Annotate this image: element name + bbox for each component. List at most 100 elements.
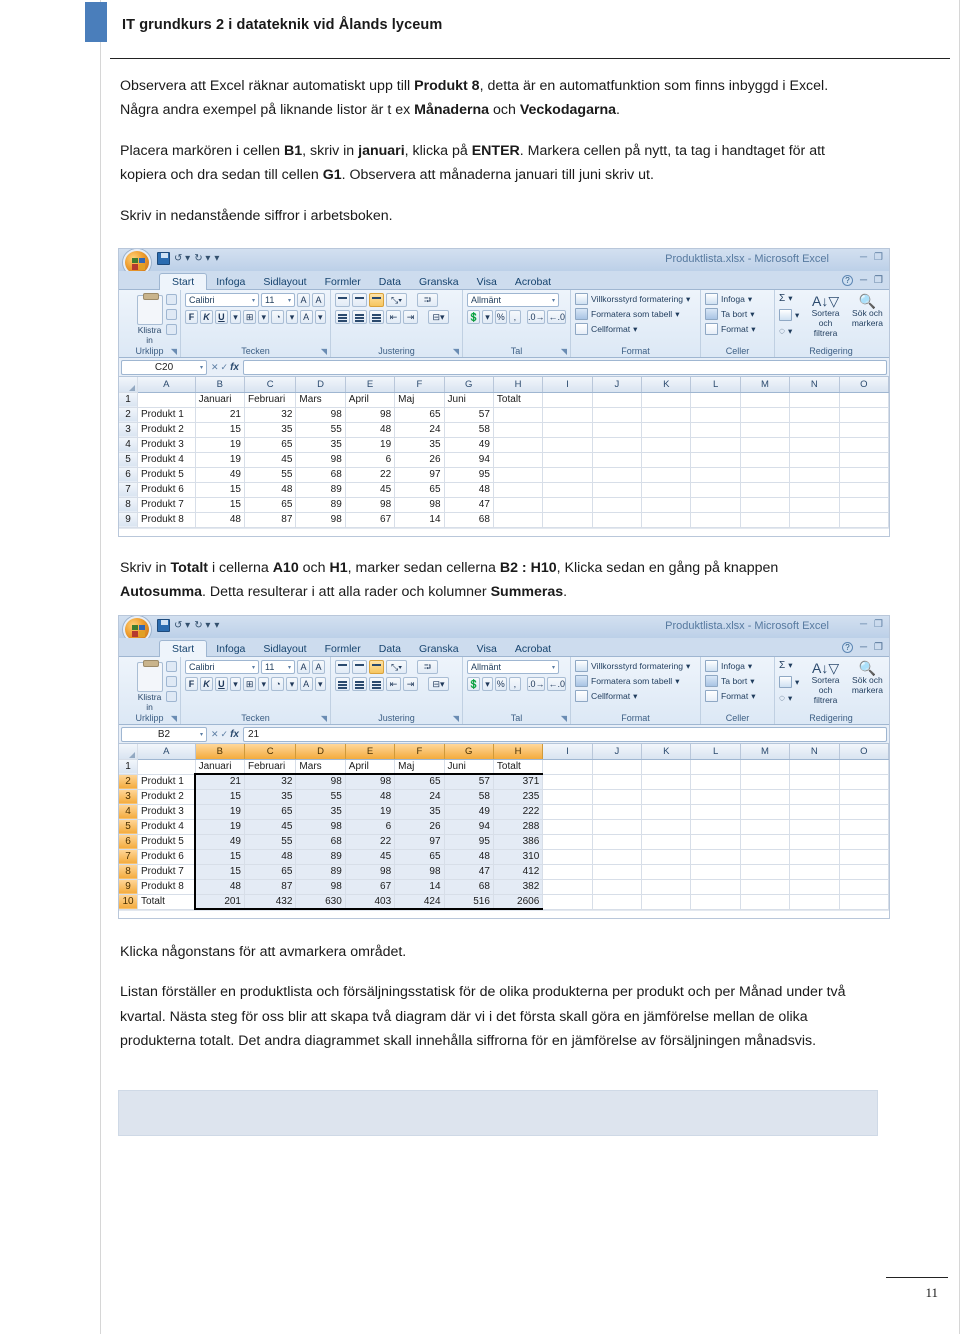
window-controls-1[interactable]: ─ ❐	[860, 252, 883, 263]
column-header-h[interactable]: H	[493, 377, 544, 393]
cell-M4[interactable]	[740, 437, 791, 453]
cell-K7[interactable]	[641, 482, 692, 498]
cell-M10[interactable]	[740, 894, 791, 910]
cell-N2[interactable]	[789, 774, 840, 790]
cell-J2[interactable]	[592, 774, 643, 790]
cell-D1[interactable]: Mars	[295, 759, 346, 775]
tab-granska-2[interactable]: Granska	[410, 642, 468, 657]
fill-color-dropdown-icon[interactable]: ▾	[286, 310, 298, 324]
cell-N4[interactable]	[789, 804, 840, 820]
dialog-launcher-tal-2[interactable]: ◥	[561, 714, 567, 723]
cell-O9[interactable]	[839, 879, 889, 895]
borders-dropdown-icon[interactable]: ▾	[258, 310, 270, 324]
cell-H8[interactable]	[493, 497, 544, 513]
underline-button-2[interactable]: U	[214, 677, 228, 691]
dialog-launcher-justering-2[interactable]: ◥	[453, 714, 459, 723]
cell-G5[interactable]: 94	[444, 452, 494, 468]
cell-I10[interactable]	[542, 894, 593, 910]
increase-decimal-icon[interactable]: .0→	[526, 310, 546, 324]
tab-infoga-2[interactable]: Infoga	[207, 642, 254, 657]
quick-access-toolbar[interactable]: ↺ ▾ ↻ ▾ ▾	[157, 252, 219, 265]
cell-F2[interactable]: 65	[394, 773, 445, 790]
cell-A3[interactable]: Produkt 2	[137, 789, 196, 805]
ribbon-2[interactable]: Klistra in Urklipp ◥ Calibri▾ 11▾ A A	[119, 657, 889, 725]
cell-K7[interactable]	[641, 849, 692, 865]
cell-F4[interactable]: 35	[394, 804, 445, 820]
borders-icon[interactable]: ⊞	[243, 310, 257, 324]
formula-input-2[interactable]: 21	[243, 726, 887, 742]
cell-B9[interactable]: 48	[194, 879, 246, 895]
cell-N8[interactable]	[789, 497, 840, 513]
cell-L3[interactable]	[690, 422, 741, 438]
font-color-dropdown-icon[interactable]: ▾	[314, 310, 326, 324]
ribbon-group-editing-1[interactable]: Σ ▾ ▾ ◌ ▾ A↓▽ Sortera och filtrera 🔍 Sök…	[775, 290, 887, 357]
merge-center-icon-2[interactable]: ⊟▾	[428, 677, 449, 691]
cell-E7[interactable]: 45	[345, 482, 396, 498]
cell-K8[interactable]	[641, 864, 692, 880]
cell-O3[interactable]	[839, 422, 889, 438]
cell-H5[interactable]	[493, 452, 544, 468]
find-select-icon-2[interactable]: 🔍	[852, 660, 883, 676]
cell-styles-button-2[interactable]: Cellformat ▾	[575, 690, 696, 702]
cell-J5[interactable]	[592, 819, 643, 835]
cell-N4[interactable]	[789, 437, 840, 453]
tab-sidlayout-2[interactable]: Sidlayout	[254, 642, 315, 657]
row-header-1[interactable]: 1	[119, 759, 139, 775]
cell-I1[interactable]	[542, 759, 593, 775]
row-header-8[interactable]: 8	[119, 864, 139, 880]
cell-B9[interactable]: 48	[195, 512, 246, 528]
cell-F5[interactable]: 26	[394, 819, 445, 835]
cell-K4[interactable]	[641, 437, 692, 453]
cell-C3[interactable]: 35	[244, 422, 297, 438]
cell-B7[interactable]: 15	[195, 482, 246, 498]
cell-N1[interactable]	[789, 392, 840, 408]
cell-O7[interactable]	[839, 849, 889, 865]
cell-C8[interactable]: 65	[244, 497, 297, 513]
cell-H10[interactable]: 2606	[493, 894, 544, 910]
cell-E5[interactable]: 6	[345, 819, 396, 835]
name-box-2[interactable]: B2 ▾	[121, 726, 207, 742]
row-header-5[interactable]: 5	[119, 452, 139, 468]
cell-B1[interactable]: Januari	[195, 392, 246, 408]
cell-G6[interactable]: 95	[444, 467, 494, 483]
cell-A6[interactable]: Produkt 5	[137, 834, 196, 850]
cell-E8[interactable]: 98	[345, 497, 396, 513]
cell-A7[interactable]: Produkt 6	[137, 482, 196, 498]
merge-center-icon[interactable]: ⊟▾	[428, 310, 449, 324]
restore-ribbon-icon-2[interactable]: ❐	[874, 642, 883, 653]
font-family-combo[interactable]: Calibri ▾	[185, 293, 259, 307]
cell-B6[interactable]: 49	[195, 467, 246, 483]
comma-style-icon[interactable]: ,	[508, 310, 521, 324]
tab-formler-2[interactable]: Formler	[316, 642, 370, 657]
cell-B3[interactable]: 15	[194, 789, 246, 805]
currency-icon-2[interactable]: 💲	[467, 677, 481, 691]
cell-B2[interactable]: 21	[194, 773, 246, 790]
align-top-icon-2[interactable]	[335, 660, 350, 674]
cell-I7[interactable]	[542, 849, 593, 865]
cell-A2[interactable]: Produkt 1	[137, 774, 196, 790]
cell-F2[interactable]: 65	[394, 407, 445, 423]
cell-H6[interactable]: 386	[493, 834, 544, 850]
comma-style-icon-2[interactable]: ,	[508, 677, 521, 691]
cell-O9[interactable]	[839, 512, 889, 528]
cell-G3[interactable]: 58	[444, 789, 494, 805]
cell-K8[interactable]	[641, 497, 692, 513]
customize-qat-icon[interactable]: ▾	[214, 253, 219, 264]
cell-O6[interactable]	[839, 834, 889, 850]
cell-C1[interactable]: Februari	[244, 392, 297, 408]
align-left-icon[interactable]	[335, 310, 350, 324]
cell-N2[interactable]	[789, 407, 840, 423]
column-header-f[interactable]: F	[394, 377, 445, 393]
cell-B3[interactable]: 15	[195, 422, 246, 438]
cell-H3[interactable]: 235	[493, 789, 544, 805]
cell-O2[interactable]	[839, 774, 889, 790]
align-left-icon-2[interactable]	[335, 677, 350, 691]
tab-formler-1[interactable]: Formler	[316, 275, 370, 290]
customize-qat-icon-2[interactable]: ▾	[214, 620, 219, 631]
cell-E5[interactable]: 6	[345, 452, 396, 468]
cell-N9[interactable]	[789, 879, 840, 895]
minimize-ribbon-icon-2[interactable]: ─	[860, 642, 867, 653]
column-header-c[interactable]: C	[244, 744, 297, 760]
autosum-button[interactable]: Σ ▾	[779, 293, 799, 304]
cell-A9[interactable]: Produkt 8	[137, 879, 196, 895]
